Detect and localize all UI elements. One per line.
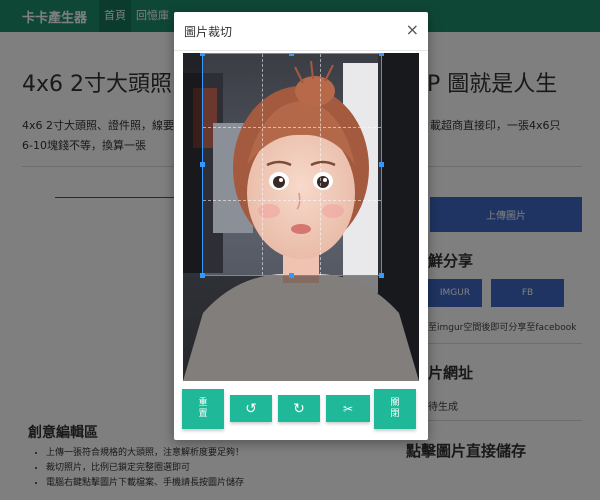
scissors-icon: ✂ xyxy=(342,401,354,416)
crop-guide-line xyxy=(203,199,381,201)
crop-mask xyxy=(381,53,419,381)
close-icon[interactable]: × xyxy=(406,20,419,39)
crop-mask xyxy=(183,53,203,381)
rotate-right-icon: ↻ xyxy=(293,400,305,417)
crop-handle-top-right[interactable] xyxy=(379,53,384,56)
reset-label: 重 xyxy=(198,398,208,408)
reset-label: 置 xyxy=(198,409,208,419)
close-label: 關 xyxy=(390,398,400,408)
crop-selection-box[interactable] xyxy=(200,53,384,278)
modal-title: 圖片裁切 xyxy=(184,25,233,39)
crop-handle-bottom-right[interactable] xyxy=(379,273,384,278)
crop-toolbar: 重 置 ↺ ↻ ✂ 關 閉 xyxy=(174,387,428,437)
close-label: 閉 xyxy=(390,409,400,419)
close-button[interactable]: 關 閉 xyxy=(374,389,416,429)
crop-handle-top-left[interactable] xyxy=(200,53,205,56)
crop-button[interactable]: ✂ xyxy=(326,395,370,422)
crop-handle-right[interactable] xyxy=(379,162,384,167)
modal-header: 圖片裁切 × xyxy=(174,12,428,51)
crop-canvas[interactable] xyxy=(183,53,419,381)
crop-handle-left[interactable] xyxy=(200,162,205,167)
crop-handle-bottom-left[interactable] xyxy=(200,273,205,278)
rotate-left-icon: ↺ xyxy=(245,400,257,417)
rotate-left-button[interactable]: ↺ xyxy=(230,395,272,422)
crop-guide-line xyxy=(203,126,381,128)
crop-modal: 圖片裁切 × 重 置 ↺ ↻ ✂ 關 閉 xyxy=(174,12,428,440)
crop-guide-line xyxy=(320,54,322,275)
rotate-right-button[interactable]: ↻ xyxy=(278,395,320,422)
crop-mask xyxy=(203,275,381,381)
crop-handle-bottom[interactable] xyxy=(289,273,294,278)
reset-button[interactable]: 重 置 xyxy=(182,389,224,429)
crop-guide-line xyxy=(261,54,263,275)
crop-handle-top[interactable] xyxy=(289,53,294,56)
